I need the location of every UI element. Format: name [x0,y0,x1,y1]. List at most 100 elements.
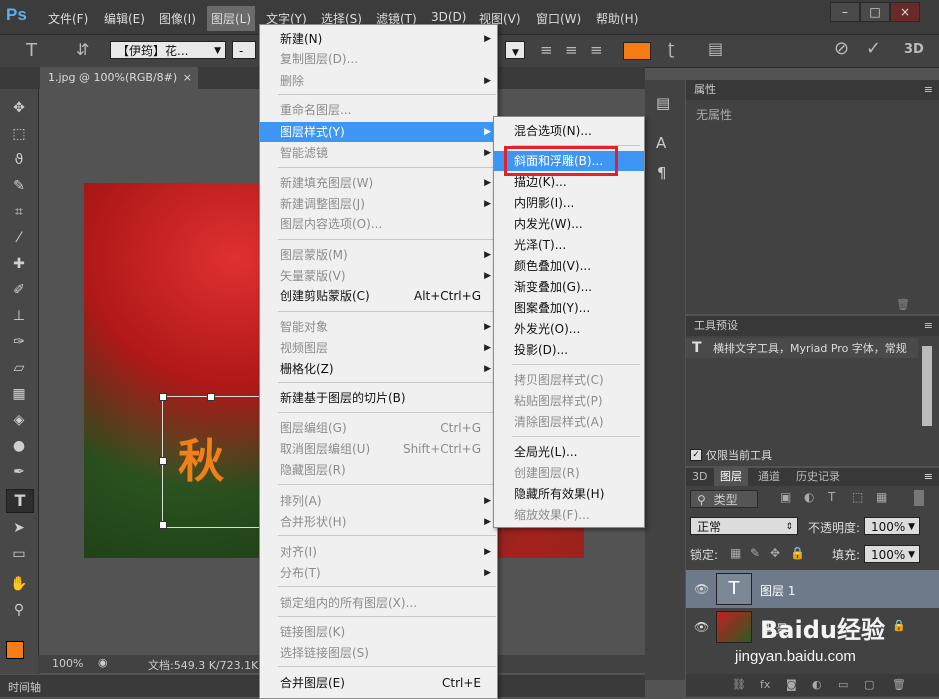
layer-menu-item[interactable]: 图层内容选项(O)... [260,214,497,234]
layer-menu-item[interactable]: 栅格化(Z) ▶ [260,359,497,379]
stamp-tool-icon[interactable]: ⊥ [6,305,32,327]
blend-mode-select[interactable]: 正常 ⇕ [690,517,798,535]
layer-filter-select[interactable]: ⚲ 类型 [690,490,758,508]
eyedropper-tool-icon[interactable]: ⁄ [6,227,32,249]
menu-layer[interactable]: 图层(L) [207,6,256,31]
marquee-tool-icon[interactable]: ⬚ [6,123,32,145]
lock-position-icon[interactable]: ✥ [770,546,780,560]
foreground-color-swatch[interactable] [6,641,24,659]
style-menu-item[interactable]: 光泽(T)... [494,235,644,255]
layer-menu-item[interactable]: 合并形状(H) ▶ [260,512,497,532]
eraser-tool-icon[interactable]: ▱ [6,357,32,379]
trash-icon[interactable]: 🗑 [896,298,910,311]
layer-menu-item[interactable]: 对齐(I) ▶ [260,542,497,562]
layer-menu-item[interactable]: 锁定组内的所有图层(X)... [260,593,497,613]
rectangle-tool-icon[interactable]: ▭ [6,543,32,565]
trash-icon[interactable]: 🗑 [892,678,906,691]
menu-window[interactable]: 窗口(W) [536,10,581,27]
tab-channels[interactable]: 通道 [752,468,786,486]
transform-handle[interactable] [159,393,167,401]
folder-icon[interactable]: ▭ [838,678,848,691]
tool-presets-title[interactable]: 工具预设 [694,316,738,336]
layer-menu-item[interactable]: 复制图层(D)... [260,49,497,69]
menu-edit[interactable]: 编辑(E) [104,10,145,27]
3d-button[interactable]: 3D [904,42,924,57]
transform-handle[interactable] [207,393,215,401]
blur-tool-icon[interactable]: ◈ [6,409,32,431]
layer-menu-item[interactable]: 取消图层编组(U) Shift+Ctrl+G [260,439,497,459]
align-right-icon[interactable]: ≡ [590,41,603,59]
layer-menu-item[interactable]: 隐藏图层(R) [260,460,497,480]
panel-menu-icon[interactable]: ≡ [924,470,933,483]
style-menu-item[interactable]: 隐藏所有效果(H) [494,484,644,504]
layer-menu-item[interactable]: 合并图层(E) Ctrl+E [260,673,497,693]
quick-select-tool-icon[interactable]: ✎ [6,175,32,197]
orientation-toggle-icon[interactable]: ⇵ [76,40,89,59]
preset-row[interactable]: T 横排文字工具，Myriad Pro 字体，常规 [686,338,918,358]
opacity-field[interactable]: 100% ▼ [864,517,920,535]
crop-tool-icon[interactable]: ⌗ [6,201,32,223]
horizontal-type-tool-icon[interactable]: T [6,489,34,513]
filter-shape-icon[interactable]: ⬚ [852,490,863,504]
lasso-tool-icon[interactable]: ϑ [6,149,32,171]
move-tool-icon[interactable]: ✥ [6,97,32,119]
layer-menu-item[interactable]: 智能滤镜 ▶ [260,143,497,163]
style-menu-item[interactable]: 缩放效果(F)... [494,505,644,525]
commit-check-icon[interactable]: ✓ [866,38,881,59]
style-menu-item[interactable]: 渐变叠加(G)... [494,277,644,297]
style-menu-item[interactable]: 创建图层(R) [494,463,644,483]
link-icon[interactable]: ⛓ [732,678,746,691]
style-menu-item[interactable]: 混合选项(N)... [494,121,644,141]
menu-image[interactable]: 图像(I) [159,10,196,27]
dodge-tool-icon[interactable]: ● [6,435,32,457]
panel-menu-icon[interactable]: ≡ [924,80,933,100]
layer-menu-item[interactable]: 新建填充图层(W) ▶ [260,173,497,193]
maximize-button[interactable]: □ [860,2,890,22]
history-brush-tool-icon[interactable]: ✑ [6,331,32,353]
document-tab[interactable]: 1.jpg @ 100%(RGB/8#) × [40,67,198,89]
align-center-icon[interactable]: ≡ [565,41,578,59]
gradient-tool-icon[interactable]: ▦ [6,383,32,405]
layer-menu-item[interactable]: 链接图层(K) [260,622,497,642]
type-tool-icon[interactable]: T [26,40,37,61]
visibility-eye-icon[interactable]: 👁 [694,620,709,634]
align-left-icon[interactable]: ≡ [540,41,553,59]
layer-row-text[interactable]: 👁 T 图层 1 [686,570,939,608]
lock-all-icon[interactable]: 🔒 [790,546,805,560]
history-panel-icon[interactable]: ▤ [656,94,670,112]
properties-title[interactable]: 属性 [694,80,716,100]
layer-menu-item[interactable]: 新建调整图层(J) ▶ [260,194,497,214]
mask-icon[interactable]: ◙ [786,678,797,691]
style-menu-item[interactable]: 清除图层样式(A) [494,412,644,432]
layer-menu-item[interactable]: 创建剪贴蒙版(C) Alt+Ctrl+G [260,286,497,306]
tab-history[interactable]: 历史记录 [790,468,846,486]
layer-menu-item[interactable]: 新建基于图层的切片(B) [260,388,497,408]
transform-handle[interactable] [159,521,167,529]
layer-menu-item[interactable]: 智能对象 ▶ [260,317,497,337]
menu-file[interactable]: 文件(F) [48,10,88,27]
zoom-tool-icon[interactable]: ⚲ [6,599,32,621]
layer-menu-item[interactable]: 视频图层 ▶ [260,338,497,358]
style-menu-item[interactable]: 粘贴图层样式(P) [494,391,644,411]
minimize-button[interactable]: – [830,2,860,22]
close-tab-icon[interactable]: × [183,67,192,89]
font-size-field[interactable]: - [232,41,256,59]
style-menu-item[interactable]: 拷贝图层样式(C) [494,370,644,390]
style-menu-item[interactable]: 全局光(L)... [494,442,644,462]
menu-help[interactable]: 帮助(H) [596,10,638,27]
lock-pixels-icon[interactable]: ✎ [750,546,760,560]
style-menu-item[interactable]: 内阴影(I)... [494,193,644,213]
layer-menu-item[interactable]: 图层蒙版(M) ▶ [260,245,497,265]
tab-layers[interactable]: 图层 [714,468,748,486]
warp-text-icon[interactable]: ʈ [668,39,674,58]
character-panel-icon[interactable]: ▤ [708,39,723,58]
layer-menu-item[interactable]: 重命名图层... [260,100,497,120]
character-panel-icon[interactable]: A [656,134,666,152]
close-window-button[interactable]: × [890,2,920,22]
layer-menu-item[interactable]: 图层编组(G) Ctrl+G [260,418,497,438]
layer-menu-item[interactable]: 矢量蒙版(V) ▶ [260,266,497,286]
tab-3d[interactable]: 3D [686,468,713,486]
layer-menu-item[interactable]: 删除 ▶ [260,71,497,91]
new-layer-icon[interactable]: ▢ [864,678,874,691]
paragraph-panel-icon[interactable]: ¶ [657,164,667,182]
